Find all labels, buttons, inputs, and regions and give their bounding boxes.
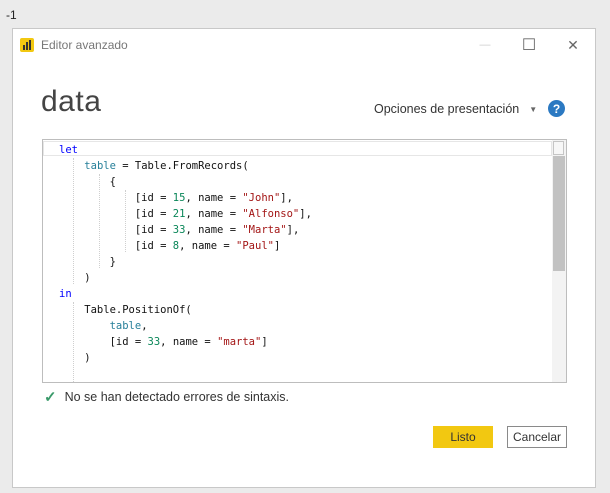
code-token: , (141, 320, 148, 332)
minimize-icon: — (479, 39, 491, 51)
advanced-editor-dialog: Editor avanzado — ☐ ✕ data Opciones de p… (12, 28, 596, 488)
code-line: [id = 8, name = "Paul"] (59, 238, 312, 254)
code-token: let (59, 144, 78, 156)
code-line: ) (59, 350, 312, 366)
code-token: 15 (172, 192, 186, 204)
code-token: , name = (160, 336, 218, 348)
done-button[interactable]: Listo (433, 426, 493, 448)
minimize-button[interactable]: — (463, 29, 507, 61)
code-token: ] (273, 240, 281, 252)
code-token: ], (286, 224, 300, 236)
code-token: ], (280, 192, 293, 204)
display-options-label: Opciones de presentación (374, 102, 520, 116)
vertical-scrollbar[interactable] (552, 140, 566, 382)
code-line: in (59, 286, 312, 302)
code-line: } (59, 254, 312, 270)
code-line: ) (59, 270, 312, 286)
code-line: let (59, 142, 312, 158)
code-token: table (84, 160, 116, 172)
maximize-icon: ☐ (521, 37, 537, 54)
syntax-status-message: No se han detectado errores de sintaxis. (64, 390, 290, 404)
code-token: in (59, 288, 72, 300)
code-token: { (59, 176, 116, 188)
code-line: [id = 33, name = "Marta"], (59, 222, 312, 238)
code-editor[interactable]: let table = Table.FromRecords( { [id = 1… (42, 139, 567, 383)
code-token: table (109, 320, 142, 332)
code-token: "Alfonso" (242, 208, 300, 220)
code-line: table, (59, 318, 312, 334)
code-token: [id = (59, 336, 148, 348)
code-token: Table.PositionOf( (59, 304, 192, 316)
scroll-thumb[interactable] (553, 156, 565, 271)
maximize-button[interactable]: ☐ (507, 29, 551, 61)
code-token: "John" (242, 192, 281, 204)
syntax-status: ✓ No se han detectado errores de sintaxi… (44, 388, 289, 406)
code-token: , name = (179, 240, 237, 252)
code-token: [id = (59, 192, 173, 204)
scroll-up-arrow[interactable] (553, 141, 564, 155)
code-token: "marta" (217, 336, 262, 348)
code-line: Table.PositionOf( (59, 302, 312, 318)
code-token: "Marta" (242, 224, 287, 236)
close-icon: ✕ (567, 36, 579, 53)
code-token: [id = (59, 208, 173, 220)
code-token: , name = (185, 192, 243, 204)
code-token: 21 (172, 208, 186, 220)
code-token: ) (59, 352, 91, 364)
power-bi-icon (20, 38, 34, 52)
chevron-down-icon: ▼ (529, 104, 538, 114)
code-text: let table = Table.FromRecords( { [id = 1… (59, 142, 312, 366)
code-token: , name = (185, 224, 243, 236)
code-token: ], (299, 208, 312, 220)
checkmark-icon: ✓ (44, 389, 57, 406)
code-token: } (59, 256, 116, 268)
code-line: [id = 15, name = "John"], (59, 190, 312, 206)
code-token: [id = (59, 224, 173, 236)
code-line: { (59, 174, 312, 190)
title-bar: Editor avanzado — ☐ ✕ (13, 29, 595, 61)
window-title: Editor avanzado (41, 38, 128, 52)
display-options-dropdown[interactable]: Opciones de presentación ▼ (374, 102, 537, 116)
code-line: table = Table.FromRecords( (59, 158, 312, 174)
code-line: [id = 33, name = "marta"] (59, 334, 312, 350)
code-token: , name = (185, 208, 243, 220)
query-name-title: data (41, 85, 102, 118)
background-label: -1 (6, 8, 17, 22)
code-line: [id = 21, name = "Alfonso"], (59, 206, 312, 222)
code-token: ) (59, 272, 91, 284)
code-token: 33 (172, 224, 186, 236)
cancel-button[interactable]: Cancelar (507, 426, 567, 448)
help-icon[interactable]: ? (548, 100, 565, 117)
close-button[interactable]: ✕ (551, 29, 595, 61)
code-token: = Table.FromRecords( (115, 160, 249, 172)
code-token: ] (261, 336, 268, 348)
code-token: [id = (59, 240, 173, 252)
code-token: "Paul" (236, 240, 274, 252)
code-token: 33 (147, 336, 161, 348)
